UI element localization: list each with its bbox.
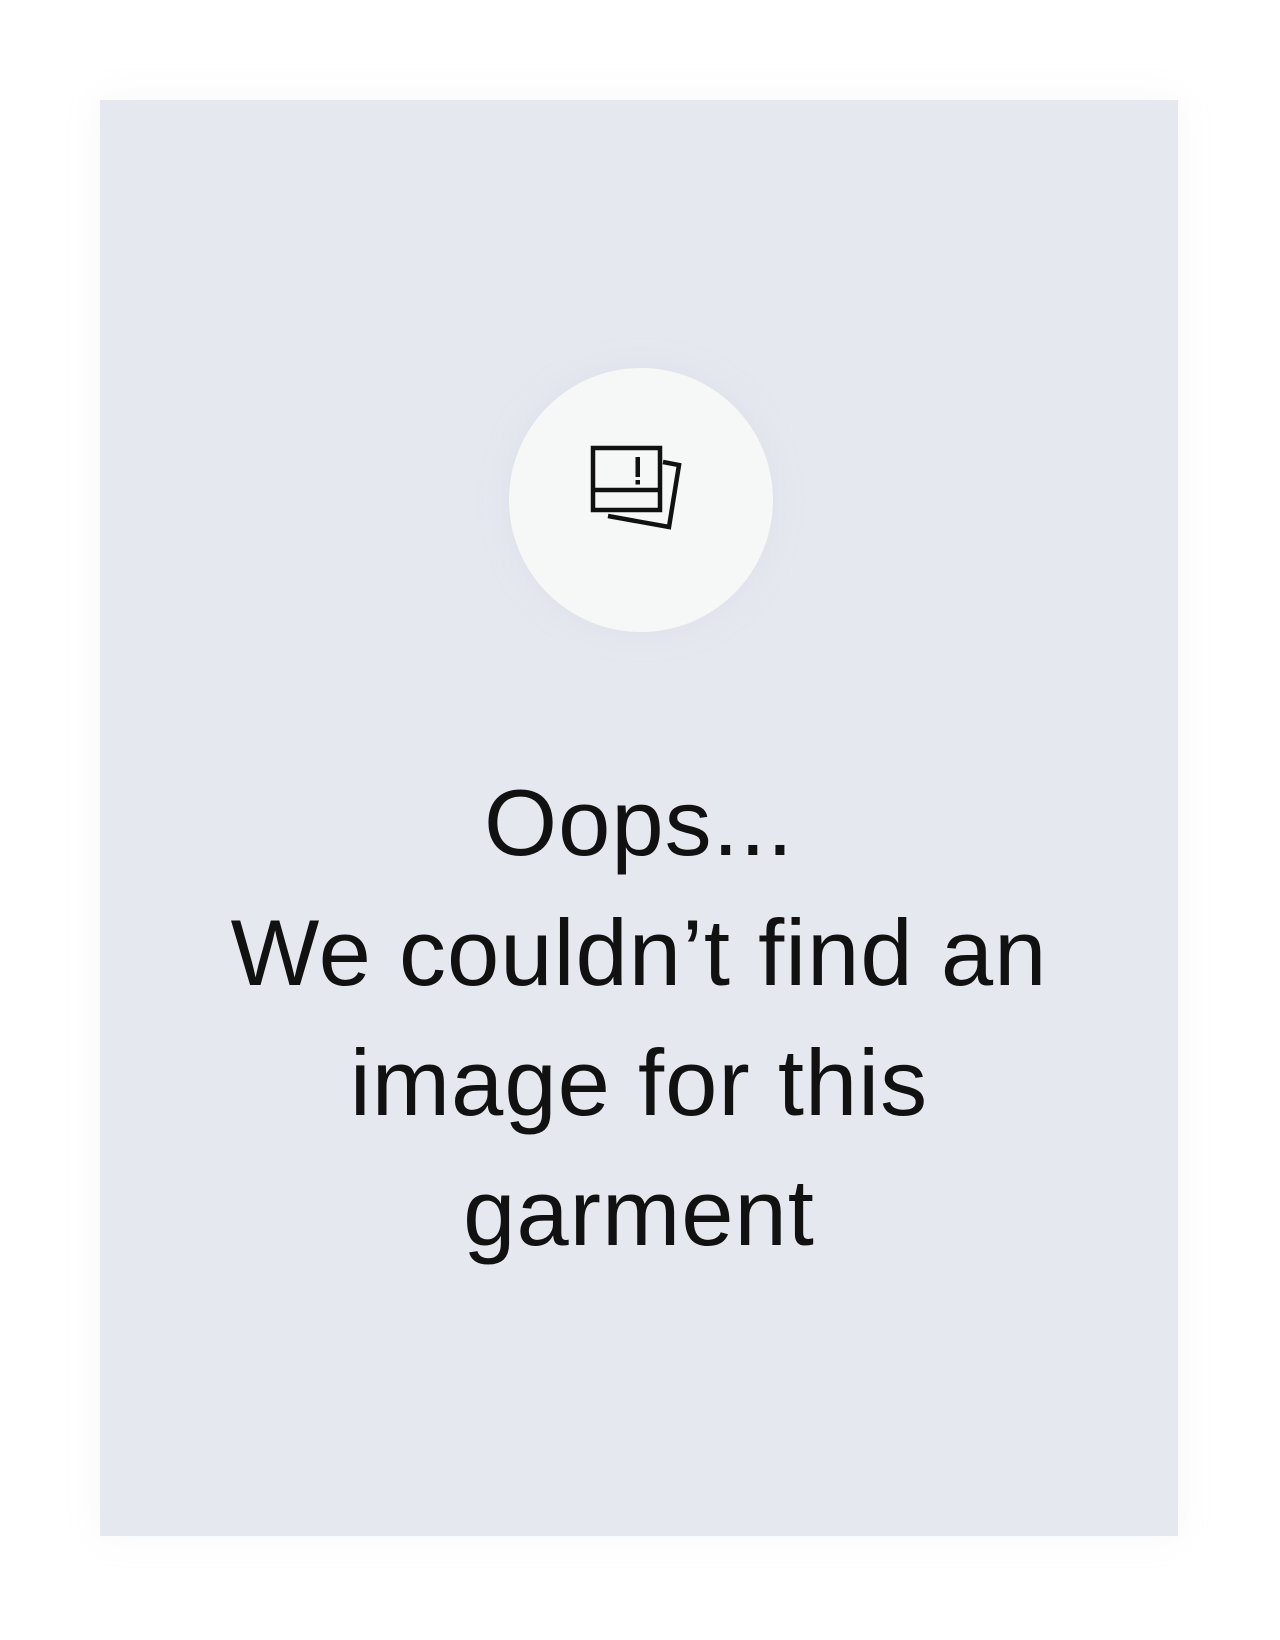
error-message: Oops... We couldn’t find an image for th… [100,758,1178,1278]
missing-image-icon [590,445,682,530]
error-description: We couldn’t find an image for this garme… [230,900,1048,1265]
error-heading: Oops... [483,770,795,875]
page: Oops... We couldn’t find an image for th… [0,0,1280,1640]
missing-image-card: Oops... We couldn’t find an image for th… [100,100,1178,1536]
icon-badge [509,368,773,632]
